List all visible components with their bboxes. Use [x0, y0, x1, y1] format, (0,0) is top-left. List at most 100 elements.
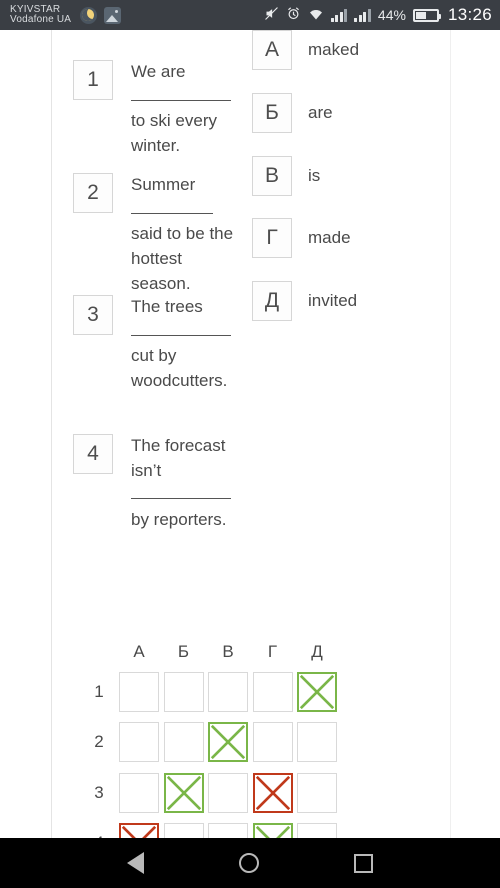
battery-icon — [412, 8, 441, 22]
home-icon[interactable] — [238, 853, 259, 873]
answer-cell-selected[interactable] — [297, 672, 337, 712]
question-text-after-blank: to — [131, 111, 146, 131]
answer-grid-row: 3 — [86, 773, 342, 813]
question-number: 2 — [73, 173, 113, 213]
option-item-a[interactable]: А maked — [252, 30, 359, 70]
answer-blank — [131, 498, 231, 500]
question-text-before: The forecast isn’t — [131, 436, 226, 480]
question-text: The trees cut by woodcutters. — [131, 295, 243, 394]
answer-grid-cells — [119, 823, 342, 838]
question-text: We are to ski every winter. — [131, 60, 243, 159]
answer-cell-selected[interactable] — [252, 823, 293, 838]
answer-grid-column-g: Г — [267, 642, 278, 661]
option-letter: В — [252, 156, 292, 196]
status-left-icons — [80, 6, 122, 24]
screenshot-icon — [104, 6, 122, 24]
question-text: The forecast isn’t by reporters. — [131, 434, 243, 533]
answer-grid-header: А Б В Г Д — [119, 642, 342, 662]
cross-icon — [255, 825, 290, 838]
cross-icon — [121, 825, 157, 838]
answer-blank — [131, 334, 231, 336]
wifi-icon — [308, 7, 324, 24]
answer-cell[interactable] — [163, 823, 204, 838]
battery-percent-label: 44% — [377, 7, 406, 23]
answer-cell-selected[interactable] — [163, 773, 204, 813]
option-item-d[interactable]: Д invited — [252, 281, 357, 321]
question-item-1: 1 We are to ski every winter. — [73, 60, 243, 159]
answer-cell[interactable] — [297, 773, 337, 813]
option-letter: Г — [252, 218, 292, 258]
cross-icon — [210, 724, 246, 760]
answer-grid-row: 4 — [86, 823, 342, 838]
android-navigation-bar — [0, 838, 500, 888]
question-number: 4 — [73, 434, 113, 474]
clock-label: 13:26 — [447, 5, 492, 24]
answer-grid-row-label: 2 — [94, 732, 104, 751]
answer-cell[interactable] — [297, 823, 337, 838]
answer-cell[interactable] — [252, 722, 293, 762]
answer-grid-row-label: 3 — [94, 783, 104, 802]
answer-cell[interactable] — [163, 722, 204, 762]
option-word: made — [308, 228, 351, 247]
option-item-v[interactable]: В is — [252, 156, 320, 196]
carrier-line-2: Vodafone UA — [10, 14, 72, 25]
answer-blank — [131, 99, 231, 101]
answer-cell[interactable] — [208, 672, 248, 712]
question-number: 3 — [73, 295, 113, 335]
question-text: Summer said to be the hottest season. — [131, 173, 243, 296]
option-word: invited — [308, 291, 358, 310]
answer-grid-row-label: 1 — [94, 682, 104, 701]
answer-cell[interactable] — [119, 773, 159, 813]
answer-cell-selected[interactable] — [208, 722, 248, 762]
answer-cell[interactable] — [208, 823, 248, 838]
answer-grid-row: 2 — [86, 722, 342, 762]
answer-grid-row: 1 — [86, 672, 342, 712]
answer-grid-column-b: Б — [177, 642, 190, 661]
answer-cell[interactable] — [119, 672, 159, 712]
alarm-icon — [286, 6, 301, 24]
answer-blank — [131, 212, 213, 214]
signal-bars-icon-sim1 — [330, 8, 348, 22]
answer-cell[interactable] — [252, 672, 293, 712]
option-item-b[interactable]: Б are — [252, 93, 333, 133]
right-margin-rule — [450, 30, 451, 838]
moon-icon — [80, 6, 98, 24]
answer-cell[interactable] — [163, 672, 204, 712]
answer-grid-cells — [119, 672, 342, 712]
carrier-label: KYIVSTAR Vodafone UA — [10, 4, 72, 26]
exercise-page: 1 We are to ski every winter. 2 Summer s… — [0, 30, 500, 838]
recents-icon[interactable] — [353, 853, 373, 873]
option-letter: А — [252, 30, 292, 70]
left-margin-rule — [51, 30, 52, 838]
answer-grid-cells — [119, 722, 342, 762]
option-letter: Б — [252, 93, 292, 133]
mute-icon — [264, 6, 279, 24]
question-item-2: 2 Summer said to be the hottest season. — [73, 173, 243, 296]
status-bar: KYIVSTAR Vodafone UA 44% 13:26 — [0, 0, 500, 30]
answer-grid-column-a: А — [133, 642, 145, 661]
answer-cell[interactable] — [119, 722, 159, 762]
answer-cell-selected[interactable] — [119, 823, 159, 838]
answer-cell-selected[interactable] — [252, 773, 293, 813]
answer-grid-column-v: В — [222, 642, 234, 661]
cross-icon — [299, 674, 335, 710]
option-word: maked — [308, 40, 360, 59]
question-text-before: Summer — [131, 175, 196, 194]
status-right-icons: 44% 13:26 — [264, 5, 492, 25]
option-letter: Д — [252, 281, 292, 321]
answer-grid-column-d: Д — [311, 642, 323, 661]
option-item-g[interactable]: Г made — [252, 218, 351, 258]
app-screenshot: KYIVSTAR Vodafone UA 44% 13:26 1 We are … — [0, 0, 500, 888]
answer-cell[interactable] — [297, 722, 337, 762]
back-icon[interactable] — [127, 852, 145, 874]
question-text-before: The trees — [131, 297, 203, 316]
option-word: are — [308, 103, 333, 122]
question-text-tail: by reporters. — [131, 509, 227, 529]
question-text-tail: cut by woodcutters. — [131, 346, 228, 390]
question-text-tail: said to be the hottest season. — [131, 224, 234, 293]
question-item-4: 4 The forecast isn’t by reporters. — [73, 434, 243, 533]
question-text-before: We are — [131, 62, 186, 81]
answer-cell[interactable] — [208, 773, 248, 813]
answer-grid-cells — [119, 773, 342, 813]
cross-icon — [166, 775, 201, 811]
